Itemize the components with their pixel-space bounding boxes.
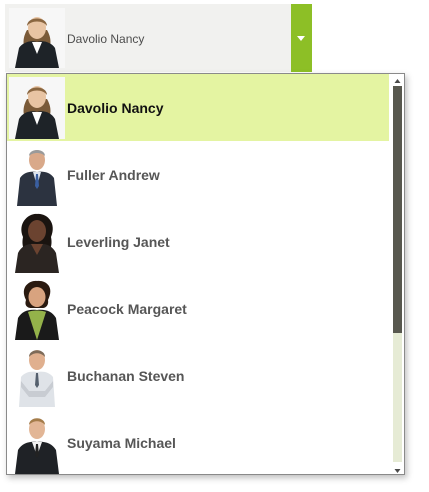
list-item[interactable]: Suyama Michael [7, 409, 389, 474]
list-item[interactable]: Fuller Andrew [7, 141, 389, 208]
employee-name: Buchanan Steven [67, 367, 185, 384]
triangle-down-icon [394, 469, 401, 473]
scroll-thumb[interactable] [393, 86, 402, 333]
vertical-scrollbar[interactable] [391, 74, 404, 474]
employee-photo [9, 210, 65, 273]
employee-photo [9, 143, 65, 206]
scroll-up-button[interactable] [391, 74, 404, 85]
employee-list: Davolio Nancy Fuller Andrew Leverling Ja… [7, 74, 389, 474]
employee-photo [9, 76, 65, 139]
chevron-down-icon [297, 36, 305, 41]
list-item[interactable]: Buchanan Steven [7, 342, 389, 409]
list-item[interactable]: Leverling Janet [7, 208, 389, 275]
employee-name: Davolio Nancy [67, 99, 164, 116]
employee-photo [9, 411, 65, 474]
employee-photo [9, 344, 65, 407]
employee-photo [9, 8, 65, 68]
list-item[interactable]: Davolio Nancy [7, 74, 389, 141]
dropdown-button[interactable] [291, 4, 312, 72]
employee-name: Peacock Margaret [67, 300, 187, 317]
employee-name: Fuller Andrew [67, 166, 160, 183]
employee-name: Suyama Michael [67, 434, 176, 451]
list-item[interactable]: Peacock Margaret [7, 275, 389, 342]
combo-selected-name: Davolio Nancy [67, 32, 145, 46]
employee-combobox[interactable]: Davolio Nancy [5, 4, 312, 72]
employee-name: Leverling Janet [67, 233, 170, 250]
employee-photo [9, 277, 65, 340]
dropdown-popup: Davolio Nancy Fuller Andrew Leverling Ja… [6, 73, 405, 475]
scroll-down-button[interactable] [391, 463, 404, 474]
